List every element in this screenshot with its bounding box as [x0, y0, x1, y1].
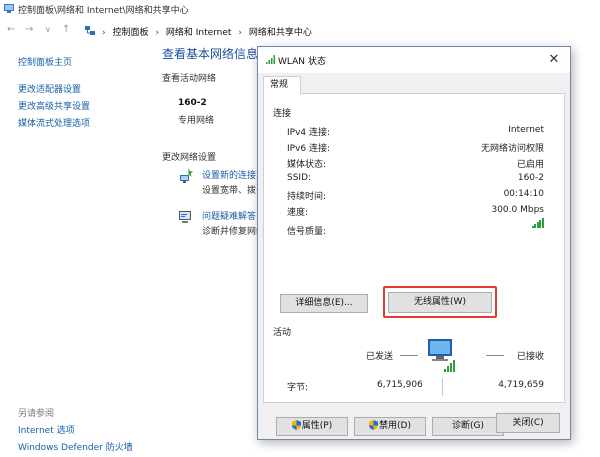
signal-quality-label: 信号质量: [287, 227, 327, 237]
disable-button-label: 禁用(D) [379, 421, 411, 431]
network-type: 专用网络 [178, 116, 215, 126]
wifi-signal-icon [266, 55, 275, 64]
window-titlebar: 控制面板\网络和 Internet\网络和共享中心 [0, 0, 600, 18]
breadcrumb-separator: › [102, 28, 106, 38]
setup-new-connection-desc: 设置宽带、拨号或 VPN 连接 [202, 186, 258, 196]
network-name: 160-2 [178, 98, 207, 108]
sent-line [400, 355, 418, 356]
network-globe-icon [85, 26, 95, 35]
setup-new-connection-link[interactable]: 设置新的连接或网络 [202, 168, 258, 181]
forward-button[interactable]: → [25, 24, 33, 36]
close-button[interactable]: 关闭(C) [496, 413, 560, 433]
navigation-bar: ← → ∨ ↑ › 控制面板 › 网络和 Internet › 网络和共享中心 [0, 20, 600, 42]
ssid-label: SSID: [287, 173, 312, 183]
properties-button-label: 属性(P) [301, 421, 333, 431]
connection-group-title: 连接 [273, 109, 292, 119]
close-icon[interactable]: ✕ [546, 52, 562, 68]
media-state-label: 媒体状态: [287, 160, 327, 170]
duration-label: 持续时间: [287, 192, 327, 202]
details-button[interactable]: 详细信息(E)... [280, 294, 368, 313]
dialog-title: WLAN 状态 [278, 57, 326, 67]
breadcrumb-control-panel[interactable]: 控制面板 [112, 28, 148, 38]
properties-button[interactable]: 属性(P) [276, 417, 348, 436]
dialog-titlebar: WLAN 状态 ✕ [258, 47, 570, 73]
up-button[interactable]: ↑ [62, 24, 70, 36]
window-title: 控制面板\网络和 Internet\网络和共享中心 [18, 6, 189, 16]
uac-shield-icon [369, 420, 379, 430]
control-panel-icon [4, 4, 14, 13]
highlight-annotation [383, 286, 497, 318]
duration-value: 00:14:10 [503, 189, 544, 199]
new-connection-icon [180, 168, 194, 183]
received-label: 已接收 [516, 352, 544, 362]
disable-button[interactable]: 禁用(D) [354, 417, 426, 436]
breadcrumb-network-internet[interactable]: 网络和 Internet [166, 28, 232, 38]
sidebar-link-control-panel-home[interactable]: 控制面板主页 [18, 55, 72, 68]
breadcrumb: › 控制面板 › 网络和 Internet › 网络和共享中心 [102, 25, 312, 38]
sidebar-link-advanced-sharing[interactable]: 更改高级共享设置 [18, 99, 90, 112]
troubleshoot-desc: 诊断并修复网络问题 [202, 227, 258, 237]
ipv6-value: 无网络访问权限 [480, 144, 544, 154]
signal-bar [541, 218, 544, 228]
ipv4-label: IPv4 连接: [287, 128, 331, 138]
sent-label: 已发送 [366, 352, 394, 362]
breadcrumb-separator: › [155, 28, 159, 38]
breadcrumb-network-sharing-center[interactable]: 网络和共享中心 [249, 28, 312, 38]
breadcrumb-separator: › [238, 28, 242, 38]
activity-group-title: 活动 [273, 328, 292, 338]
received-line [486, 355, 504, 356]
sidebar-link-media-streaming[interactable]: 媒体流式处理选项 [18, 116, 90, 129]
see-also-heading: 另请参阅 [18, 409, 55, 419]
sidebar-link-internet-options[interactable]: Internet 选项 [18, 423, 75, 436]
change-settings-label: 更改网络设置 [162, 153, 217, 163]
ssid-value: 160-2 [517, 173, 544, 183]
ipv4-value: Internet [508, 125, 544, 135]
troubleshoot-icon [179, 211, 191, 223]
bytes-received-value: 4,719,659 [498, 380, 544, 390]
signal-quality-icon [532, 218, 544, 228]
speed-value: 300.0 Mbps [491, 205, 544, 215]
sidebar-link-defender-firewall[interactable]: Windows Defender 防火墙 [18, 440, 133, 453]
bytes-sent-value: 6,715,906 [377, 380, 423, 390]
active-networks-label: 查看活动网络 [162, 74, 217, 84]
sidebar-link-adapter-settings[interactable]: 更改适配器设置 [18, 82, 81, 95]
ipv6-label: IPv6 连接: [287, 144, 331, 154]
page-title: 查看基本网络信息并设置连接 [162, 47, 260, 61]
network-activity-icon [428, 339, 455, 372]
general-tab-panel: 连接 IPv4 连接: Internet IPv6 连接: 无网络访问权限 媒体… [263, 93, 565, 436]
diagnose-button[interactable]: 诊断(G) [432, 417, 504, 436]
troubleshoot-link[interactable]: 问题疑难解答 [202, 209, 258, 222]
uac-shield-icon [291, 420, 301, 430]
bytes-label: 字节: [287, 383, 309, 393]
media-state-value: 已启用 [516, 160, 544, 170]
tab-general[interactable]: 常规 [263, 76, 301, 94]
speed-label: 速度: [287, 208, 309, 218]
wlan-status-dialog: WLAN 状态 ✕ 常规 连接 IPv4 连接: Internet IPv6 连… [257, 46, 571, 440]
back-button[interactable]: ← [7, 24, 15, 36]
recent-locations-button[interactable]: ∨ [45, 24, 51, 36]
activity-divider [442, 378, 443, 396]
